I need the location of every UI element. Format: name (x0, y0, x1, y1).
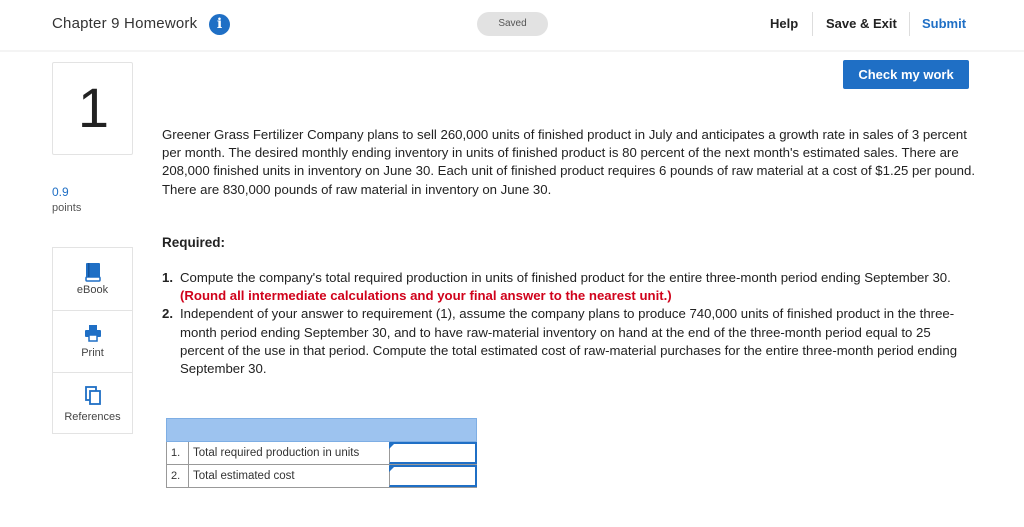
check-my-work-button[interactable]: Check my work (843, 60, 969, 89)
tool-label: References (64, 411, 121, 423)
save-exit-link[interactable]: Save & Exit (826, 16, 897, 31)
assignment-title: Chapter 9 Homework (52, 15, 198, 32)
problem-text: Greener Grass Fertilizer Company plans t… (162, 127, 976, 197)
answer-table-header (166, 418, 477, 442)
top-bar: Chapter 9 Homework i Saved Help Save & E… (0, 0, 1024, 50)
problem-statement: Greener Grass Fertilizer Company plans t… (162, 126, 982, 199)
requirement-text: Compute the company's total required pro… (180, 270, 951, 285)
question-number: 1 (77, 76, 110, 139)
required-heading: Required: (162, 235, 226, 250)
divider (812, 12, 813, 36)
tool-label: eBook (76, 284, 109, 296)
answer-table: 1. Total required production in units 2.… (166, 418, 477, 488)
requirement-number: 2. (162, 306, 173, 322)
table-row: 2. Total estimated cost (166, 465, 477, 488)
references-icon (85, 386, 101, 405)
requirement-item: 1. Compute the company's total required … (162, 269, 974, 305)
requirement-note: (Round all intermediate calculations and… (180, 288, 672, 304)
row-label: Total estimated cost (193, 470, 295, 482)
help-link[interactable]: Help (770, 16, 798, 31)
requirements-list: 1. Compute the company's total required … (162, 269, 974, 378)
printer-icon (85, 325, 101, 342)
total-cost-input[interactable] (389, 465, 477, 487)
requirement-item: 2. Independent of your answer to require… (162, 305, 974, 378)
info-icon[interactable]: i (209, 14, 230, 35)
book-icon (85, 263, 101, 282)
row-label: Total required production in units (193, 447, 360, 459)
requirement-text: Independent of your answer to requiremen… (180, 306, 958, 377)
saved-status-badge: Saved (477, 12, 548, 36)
row-number: 2. (167, 465, 189, 487)
print-button[interactable]: Print (53, 310, 132, 372)
requirement-number: 1. (162, 270, 173, 285)
question-number-box: 1 (52, 62, 133, 155)
total-production-input[interactable] (389, 442, 477, 464)
divider (909, 12, 910, 36)
row-number: 1. (167, 442, 189, 464)
table-row: 1. Total required production in units (166, 442, 477, 465)
question-panel: 1 0.9 points eBook Print References Chec… (0, 52, 1024, 527)
submit-link[interactable]: Submit (922, 16, 966, 31)
ebook-button[interactable]: eBook (53, 248, 132, 310)
references-button[interactable]: References (53, 372, 132, 434)
tool-label: Print (81, 347, 104, 359)
tools-panel: eBook Print References (52, 247, 133, 434)
points-label: points (52, 202, 82, 214)
points-value: 0.9 (52, 185, 69, 199)
